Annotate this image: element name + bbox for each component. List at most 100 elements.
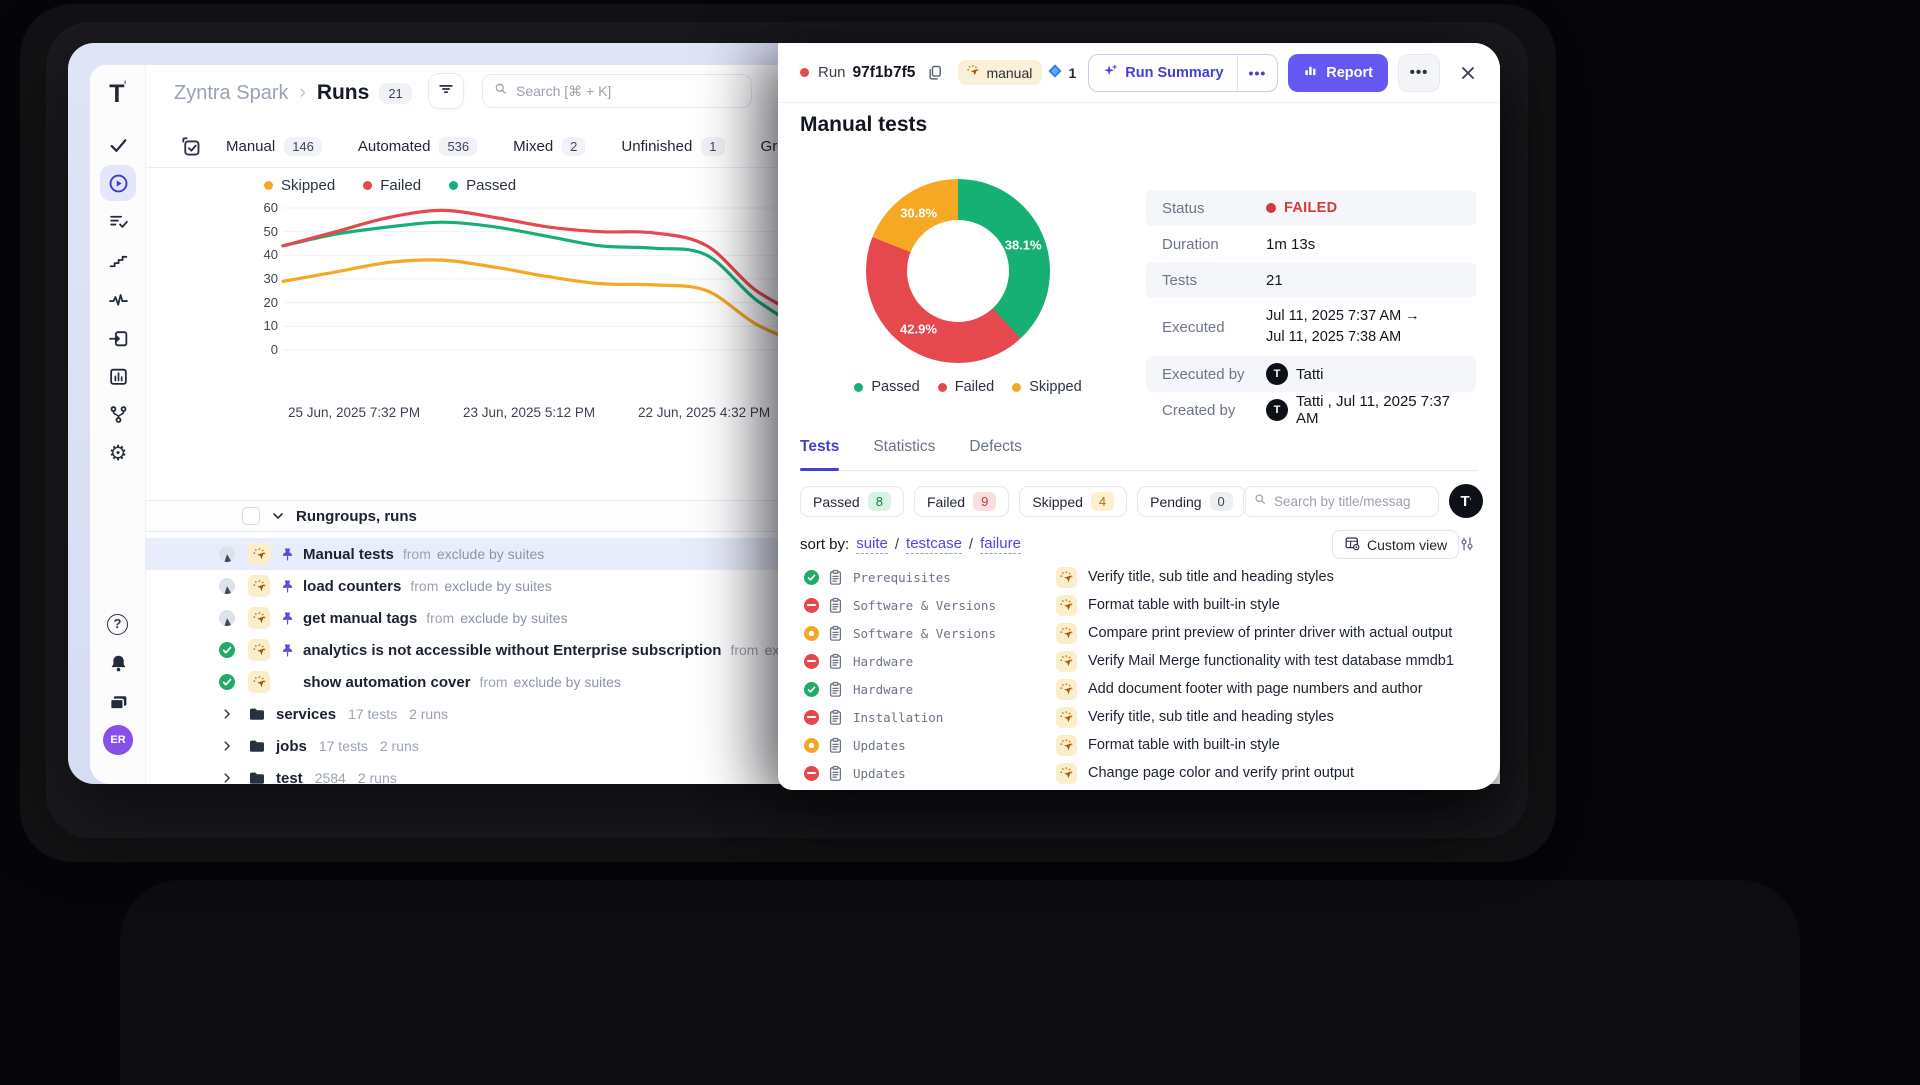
run-title[interactable]: analytics is not accessible without Ente… (303, 642, 721, 659)
run-title[interactable]: get manual tags (303, 610, 417, 627)
test-row[interactable]: Updates Change page color and verify prin… (778, 759, 1500, 787)
test-title[interactable]: Verify title, sub title and heading styl… (1088, 709, 1334, 725)
legend-item-passed[interactable]: Passed (449, 177, 516, 194)
run-label: Run (818, 64, 846, 81)
donut-legend-skipped[interactable]: Skipped (1012, 379, 1081, 395)
donut-legend-failed[interactable]: Failed (938, 379, 995, 395)
sidebar-item-analytics-icon[interactable] (106, 364, 130, 388)
test-title[interactable]: Verify title, sub title and heading styl… (1088, 569, 1334, 585)
filter-chip-skipped[interactable]: Skipped4 (1019, 486, 1127, 517)
filter-button[interactable] (428, 73, 464, 109)
test-row[interactable]: Prerequisites Verify title, sub title and… (778, 563, 1500, 591)
sort-link-failure[interactable]: failure (980, 535, 1021, 554)
tab-manual[interactable]: Manual146 (226, 137, 322, 156)
close-icon[interactable] (1458, 63, 1478, 83)
test-row[interactable]: Updates Format table with built-in style (778, 731, 1500, 759)
chevron-down-icon[interactable] (270, 508, 286, 524)
test-suite-name[interactable]: Hardware (853, 654, 913, 669)
run-title[interactable]: show automation cover (303, 674, 471, 691)
filter-chip-passed[interactable]: Passed8 (800, 486, 904, 517)
sidebar-item-settings-gear-icon[interactable]: ⚙ (106, 441, 130, 465)
report-button[interactable]: Report (1288, 54, 1388, 92)
legend-item-failed[interactable]: Failed (363, 177, 421, 194)
test-row[interactable]: Software & Versions Format table with bui… (778, 591, 1500, 619)
sidebar-item-steps-icon[interactable] (106, 248, 130, 272)
sidebar-item-runs-icon[interactable] (106, 171, 130, 195)
run-title[interactable]: load counters (303, 578, 401, 595)
suite-clipboard-icon (827, 625, 844, 642)
tab-unfinished[interactable]: Unfinished1 (621, 137, 724, 156)
tests-search-input[interactable] (1274, 494, 1429, 509)
chevron-right-icon[interactable] (220, 739, 234, 753)
filter-chip-pending[interactable]: Pending0 (1137, 486, 1246, 517)
sidebar-item-import-icon[interactable] (106, 326, 130, 350)
filter-chip-failed[interactable]: Failed9 (914, 486, 1009, 517)
sort-link-testcase[interactable]: testcase (906, 535, 962, 554)
test-row[interactable]: Hardware Verify Mail Merge functionality … (778, 647, 1500, 675)
chevron-right-icon[interactable] (220, 771, 234, 784)
test-suite-name[interactable]: Software & Versions (853, 626, 996, 641)
folder-title[interactable]: jobs (276, 738, 307, 755)
run-id: 97f1b7f5 (853, 64, 916, 82)
test-title[interactable]: Format table with built-in style (1088, 597, 1280, 613)
folder-title[interactable]: services (276, 706, 336, 723)
test-suite-name[interactable]: Hardware (853, 682, 913, 697)
sidebar-item-activity-icon[interactable] (106, 287, 130, 311)
test-title[interactable]: Format table with built-in style (1088, 737, 1280, 753)
folder-icon (248, 769, 266, 784)
brand-avatar[interactable]: T' (1449, 484, 1483, 518)
test-suite-name[interactable]: Software & Versions (853, 598, 996, 613)
test-suite-name[interactable]: Updates (853, 766, 906, 781)
custom-view-button[interactable]: Custom view (1332, 530, 1459, 559)
run-source: exclude by suites (514, 674, 621, 690)
drawer-tab-defects[interactable]: Defects (969, 438, 1022, 470)
test-title[interactable]: Change page color and verify print outpu… (1088, 765, 1354, 781)
sidebar-item-results-icon[interactable] (106, 132, 130, 156)
more-actions-button[interactable]: ••• (1398, 54, 1440, 92)
help-icon[interactable]: ? (107, 614, 128, 635)
global-search[interactable] (482, 74, 752, 108)
test-row[interactable]: Hardware Add document footer with page nu… (778, 675, 1500, 703)
app-logo[interactable]: T' (90, 77, 146, 109)
suite-clipboard-icon (827, 653, 844, 670)
run-summary-split-button[interactable]: Run Summary ••• (1088, 54, 1278, 92)
test-title[interactable]: Verify Mail Merge functionality with tes… (1088, 653, 1454, 669)
run-from-label: from (410, 578, 438, 594)
drawer-tab-tests[interactable]: Tests (800, 438, 839, 470)
select-all-checkbox[interactable] (242, 507, 260, 525)
test-suite-name[interactable]: Prerequisites (853, 570, 951, 585)
test-row[interactable]: Installation Verify title, sub title and … (778, 703, 1500, 731)
y-tick: 30 (238, 271, 278, 286)
folder-title[interactable]: test (276, 770, 303, 785)
test-suite-name[interactable]: Updates (853, 738, 906, 753)
manual-test-icon (1056, 763, 1077, 784)
chevron-right-icon[interactable] (220, 707, 234, 721)
test-status-failed-icon (804, 710, 819, 725)
notifications-bell-icon[interactable] (106, 651, 130, 675)
search-input[interactable] (516, 83, 741, 99)
breadcrumb-project[interactable]: Zyntra Spark (174, 82, 288, 105)
user-avatar[interactable]: ER (103, 725, 133, 755)
copy-icon[interactable] (926, 64, 944, 82)
select-all-icon[interactable] (180, 135, 202, 157)
donut-legend-passed[interactable]: Passed (854, 379, 919, 395)
sidebar: T' ⚙ ? ER (90, 65, 146, 784)
projects-folders-icon[interactable] (106, 690, 130, 714)
sidebar-item-testcases-icon[interactable] (106, 209, 130, 233)
test-suite-name[interactable]: Installation (853, 710, 943, 725)
run-title[interactable]: Manual tests (303, 546, 394, 563)
test-title[interactable]: Compare print preview of printer driver … (1088, 625, 1452, 641)
run-summary-more-button[interactable]: ••• (1237, 55, 1278, 91)
run-from-label: from (403, 546, 431, 562)
drawer-tab-statistics[interactable]: Statistics (873, 438, 935, 470)
test-title[interactable]: Add document footer with page numbers an… (1088, 681, 1423, 697)
tab-mixed[interactable]: Mixed2 (513, 137, 585, 156)
sidebar-item-branches-icon[interactable] (106, 402, 130, 426)
tab-automated[interactable]: Automated536 (358, 137, 477, 156)
view-options-sliders-icon[interactable] (1458, 535, 1476, 553)
folder-runs-count: 2 runs (409, 706, 448, 722)
sort-link-suite[interactable]: suite (856, 535, 888, 554)
test-row[interactable]: Software & Versions Compare print preview… (778, 619, 1500, 647)
tests-search[interactable] (1243, 486, 1439, 517)
legend-item-skipped[interactable]: Skipped (264, 177, 335, 194)
